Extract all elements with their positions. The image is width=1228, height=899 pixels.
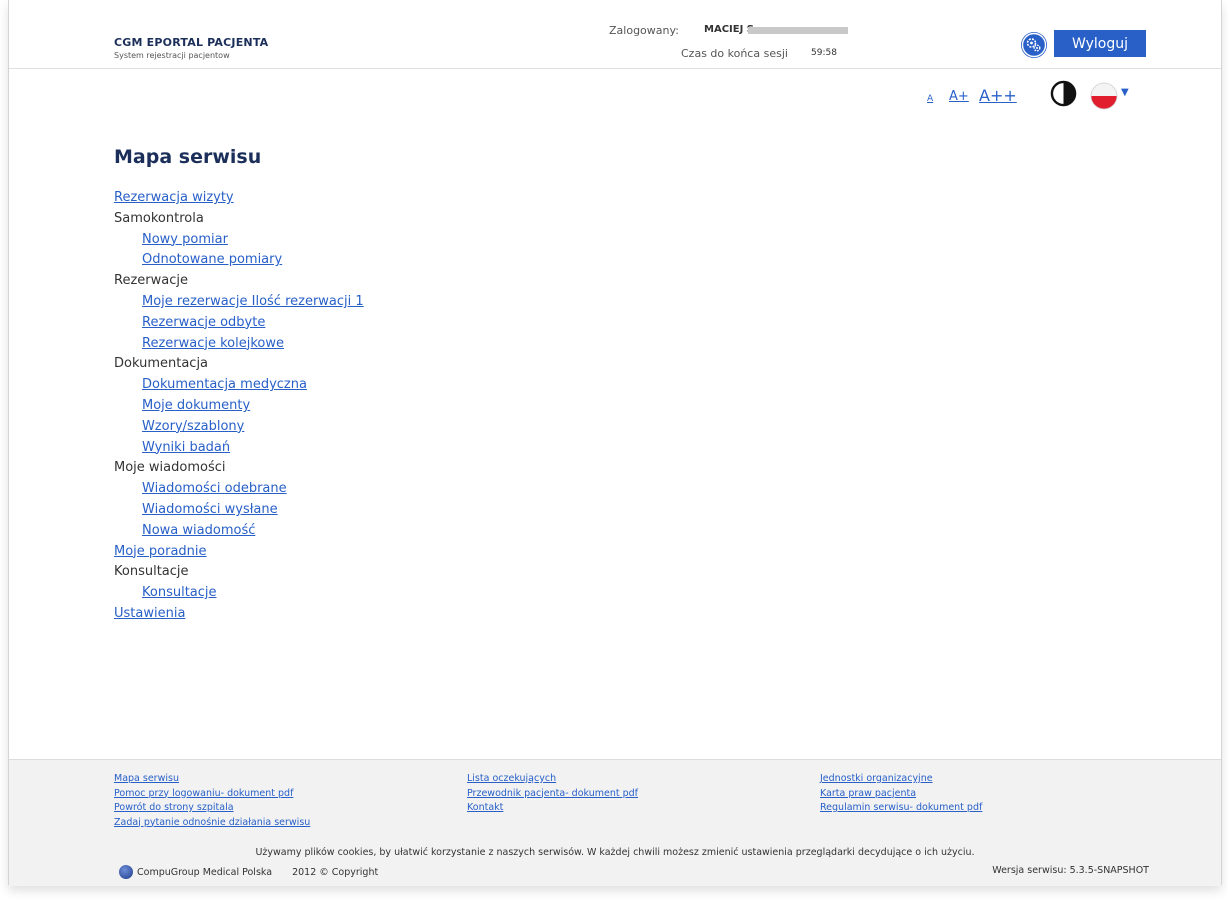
page-title: Mapa serwisu — [114, 146, 262, 168]
sitemap-section-label: Dokumentacja — [114, 356, 209, 372]
footer-column-2: Lista oczekujących Przewodnik pacjenta- d… — [467, 772, 638, 816]
footer-link[interactable]: Regulamin serwisu- dokument pdf — [820, 801, 982, 816]
logged-user-label: Zalogowany: — [609, 24, 679, 37]
sitemap-section-row: Moje wiadomości — [114, 458, 364, 479]
gears-icon — [1021, 32, 1047, 58]
footer-link[interactable]: Lista oczekujących — [467, 772, 638, 787]
sitemap-link[interactable]: Wzory/szablony — [142, 419, 244, 434]
user-name-redaction — [748, 27, 848, 34]
cookie-notice: Używamy plików cookies, by ułatwić korzy… — [255, 847, 975, 858]
sitemap-section-label: Samokontrola — [114, 210, 204, 226]
logged-user-name: MACIEJ S — [704, 24, 754, 35]
footer-link[interactable]: Powrót do strony szpitala — [114, 801, 310, 816]
copyright-text: 2012 © Copyright — [292, 866, 379, 878]
company-name: CompuGroup Medical Polska — [137, 866, 273, 878]
sitemap-link[interactable]: Rezerwacja wizyty — [114, 190, 234, 205]
session-timer-value: 59:58 — [811, 48, 837, 58]
sitemap-link-row: Rezerwacje odbyte — [114, 313, 364, 334]
sitemap-link-row: Dokumentacja medyczna — [114, 375, 364, 396]
sitemap-link[interactable]: Rezerwacje odbyte — [142, 315, 265, 330]
footer-column-1: Mapa serwisu Pomoc przy logowaniu- dokume… — [114, 772, 310, 830]
sitemap-link-row: Konsultacje — [114, 583, 364, 604]
page-frame: CGM EPORTAL PACJENTA System rejestracji … — [8, 0, 1222, 886]
footer-link[interactable]: Mapa serwisu — [114, 772, 310, 787]
sitemap-link-row: Odnotowane pomiary — [114, 250, 364, 271]
sitemap-list: Rezerwacja wizyty Samokontrola Nowy pomiar… — [114, 188, 364, 625]
company-info: CompuGroup Medical Polska 2012 © Copyrig… — [119, 865, 378, 879]
compugroup-logo-icon — [119, 865, 133, 879]
logout-button[interactable]: Wyloguj — [1054, 30, 1146, 57]
sitemap-link-row: Ustawienia — [114, 604, 364, 625]
brand-title[interactable]: CGM EPORTAL PACJENTA — [114, 36, 268, 49]
service-version: Wersja serwisu: 5.3.5-SNAPSHOT — [992, 865, 1149, 876]
footer-link[interactable]: Przewodnik pacjenta- dokument pdf — [467, 787, 638, 802]
sitemap-link-row: Nowa wiadomość — [114, 521, 364, 542]
sitemap-link[interactable]: Moje dokumenty — [142, 398, 250, 413]
sitemap-link[interactable]: Moje poradnie — [114, 544, 207, 559]
contrast-icon[interactable] — [1050, 80, 1077, 107]
footer-link[interactable]: Karta praw pacjenta — [820, 787, 982, 802]
sitemap-link[interactable]: Dokumentacja medyczna — [142, 377, 307, 392]
sitemap-section-row: Konsultacje — [114, 562, 364, 583]
sitemap-link-row: Nowy pomiar — [114, 230, 364, 251]
sitemap-link-row: Moje poradnie — [114, 542, 364, 563]
sitemap-link[interactable]: Ustawienia — [114, 606, 185, 621]
language-dropdown-caret-icon[interactable]: ▼ — [1121, 87, 1129, 98]
sitemap-link[interactable]: Wiadomości odebrane — [142, 481, 287, 496]
font-size-normal-link[interactable]: A — [927, 94, 933, 104]
sitemap-link-row: Wiadomości wysłane — [114, 500, 364, 521]
sitemap-link-row: Wzory/szablony — [114, 417, 364, 438]
sitemap-link-row: Rezerwacje kolejkowe — [114, 334, 364, 355]
sitemap-section-row: Samokontrola — [114, 209, 364, 230]
sitemap-link-row: Moje rezerwacje Ilość rezerwacji 1 — [114, 292, 364, 313]
sitemap-link-row: Rezerwacja wizyty — [114, 188, 364, 209]
sitemap-link[interactable]: Wiadomości wysłane — [142, 502, 278, 517]
sitemap-section-label: Rezerwacje — [114, 273, 188, 289]
sitemap-link-row: Moje dokumenty — [114, 396, 364, 417]
sitemap-link[interactable]: Konsultacje — [142, 585, 217, 600]
sitemap-link[interactable]: Rezerwacje kolejkowe — [142, 336, 284, 351]
footer: Mapa serwisu Pomoc przy logowaniu- dokume… — [9, 759, 1221, 886]
sitemap-link-row: Wyniki badań — [114, 438, 364, 459]
sitemap-section-row: Dokumentacja — [114, 354, 364, 375]
session-timer-label: Czas do końca sesji — [681, 47, 788, 60]
font-size-large-link[interactable]: A+ — [949, 89, 969, 104]
sitemap-section-label: Konsultacje — [114, 564, 189, 580]
font-size-xlarge-link[interactable]: A++ — [979, 86, 1017, 105]
sitemap-link[interactable]: Nowy pomiar — [142, 232, 228, 247]
header: CGM EPORTAL PACJENTA System rejestracji … — [9, 0, 1221, 69]
sitemap-section-row: Rezerwacje — [114, 271, 364, 292]
sitemap-section-label: Moje wiadomości — [114, 460, 226, 476]
footer-link[interactable]: Pomoc przy logowaniu- dokument pdf — [114, 787, 310, 802]
settings-button[interactable] — [1021, 32, 1047, 58]
sitemap-link[interactable]: Moje rezerwacje Ilość rezerwacji 1 — [142, 294, 364, 309]
sitemap-link[interactable]: Odnotowane pomiary — [142, 252, 282, 267]
sitemap-link[interactable]: Nowa wiadomość — [142, 523, 255, 538]
footer-link[interactable]: Jednostki organizacyjne — [820, 772, 982, 787]
poland-flag-icon[interactable] — [1088, 80, 1120, 112]
sitemap-link[interactable]: Wyniki badań — [142, 440, 230, 455]
brand-subtitle: System rejestracji pacjentow — [114, 51, 230, 60]
footer-column-3: Jednostki organizacyjne Karta praw pacjen… — [820, 772, 982, 816]
footer-link[interactable]: Kontakt — [467, 801, 638, 816]
sitemap-link-row: Wiadomości odebrane — [114, 479, 364, 500]
footer-link[interactable]: Zadaj pytanie odnośnie działania serwisu — [114, 816, 310, 831]
